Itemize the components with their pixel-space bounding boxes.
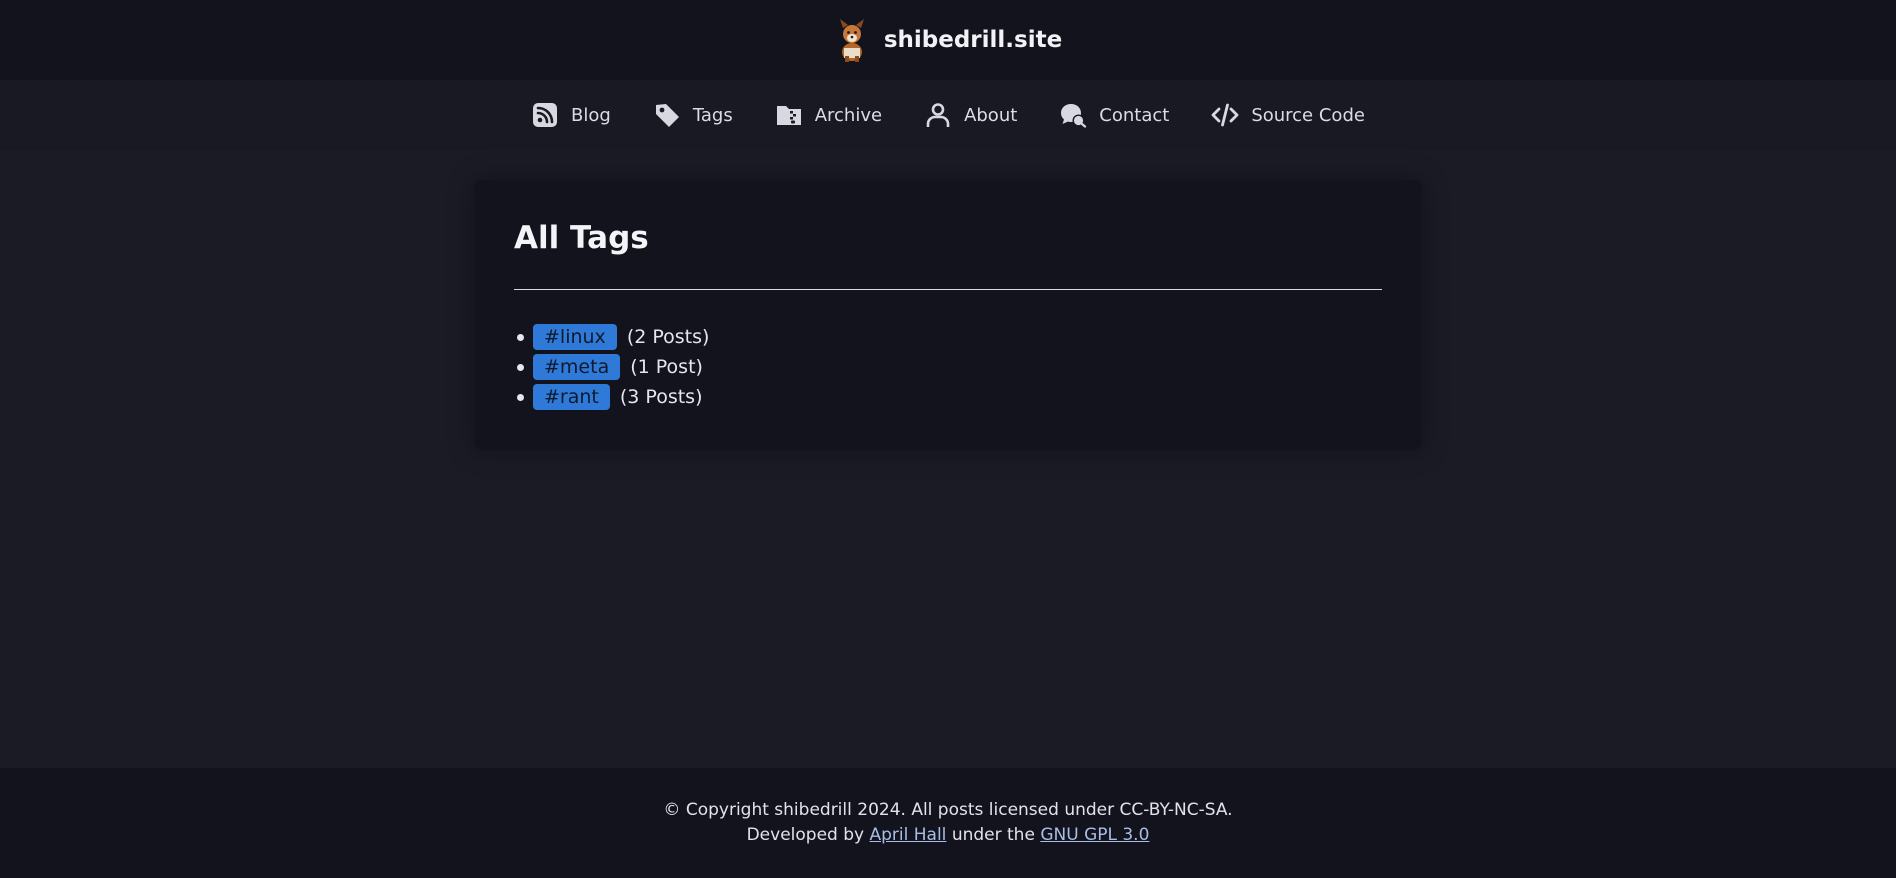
site-name: shibedrill.site xyxy=(883,27,1063,53)
license-link[interactable]: GNU GPL 3.0 xyxy=(1040,825,1149,845)
nav-item-contact[interactable]: Contact xyxy=(1059,101,1169,129)
user-icon xyxy=(924,101,952,129)
nav-label-blog: Blog xyxy=(571,104,611,126)
tag-post-count: (1 Post) xyxy=(630,356,703,378)
tag-link-rant[interactable]: #rant xyxy=(533,384,610,410)
nav-label-archive: Archive xyxy=(814,104,883,126)
site-header: shibedrill.site xyxy=(0,0,1896,80)
tags-card: All Tags #linux (2 Posts) #meta (1 Post)… xyxy=(474,180,1422,450)
nav-item-archive[interactable]: Archive xyxy=(775,101,882,129)
rss-icon xyxy=(531,101,559,129)
tag-icon xyxy=(653,101,681,129)
nav-label-contact: Contact xyxy=(1099,104,1170,126)
bullet-icon xyxy=(517,363,524,371)
page-title: All Tags xyxy=(514,220,649,256)
nav-label-tags: Tags xyxy=(692,104,733,126)
nav-item-blog[interactable]: Blog xyxy=(531,101,611,129)
developer-link[interactable]: April Hall xyxy=(870,825,947,845)
footer-credits: Developed by April Hall under the GNU GP… xyxy=(0,825,1896,845)
nav-label-about: About xyxy=(964,104,1018,126)
list-item: #meta (1 Post) xyxy=(514,352,709,382)
main-nav: Blog Tags Archive About Contact Source C… xyxy=(0,80,1896,150)
title-divider xyxy=(514,289,1382,290)
tag-link-linux[interactable]: #linux xyxy=(533,324,617,350)
bullet-icon xyxy=(517,333,524,341)
footer-copyright: © Copyright shibedrill 2024. All posts l… xyxy=(663,800,1233,820)
footer-developed-prefix: Developed by xyxy=(746,825,865,845)
nav-label-source-code: Source Code xyxy=(1251,104,1365,126)
tag-post-count: (2 Posts) xyxy=(626,326,710,348)
nav-item-about[interactable]: About xyxy=(924,101,1017,129)
tag-list: #linux (2 Posts) #meta (1 Post) #rant (3… xyxy=(514,322,709,412)
chat-icon xyxy=(1059,101,1087,129)
footer-license-prefix: under the xyxy=(951,825,1035,845)
shiba-logo-icon xyxy=(839,19,864,62)
list-item: #linux (2 Posts) xyxy=(514,322,709,352)
nav-item-source-code[interactable]: Source Code xyxy=(1211,101,1365,129)
tag-link-meta[interactable]: #meta xyxy=(533,354,621,380)
tag-post-count: (3 Posts) xyxy=(619,386,703,408)
site-brand-link[interactable]: shibedrill.site xyxy=(834,18,1062,62)
bullet-icon xyxy=(517,393,524,401)
archive-file-icon xyxy=(775,101,803,129)
nav-item-tags[interactable]: Tags xyxy=(653,101,733,129)
site-footer: © Copyright shibedrill 2024. All posts l… xyxy=(0,768,1896,878)
list-item: #rant (3 Posts) xyxy=(514,382,709,412)
code-icon xyxy=(1211,101,1239,129)
